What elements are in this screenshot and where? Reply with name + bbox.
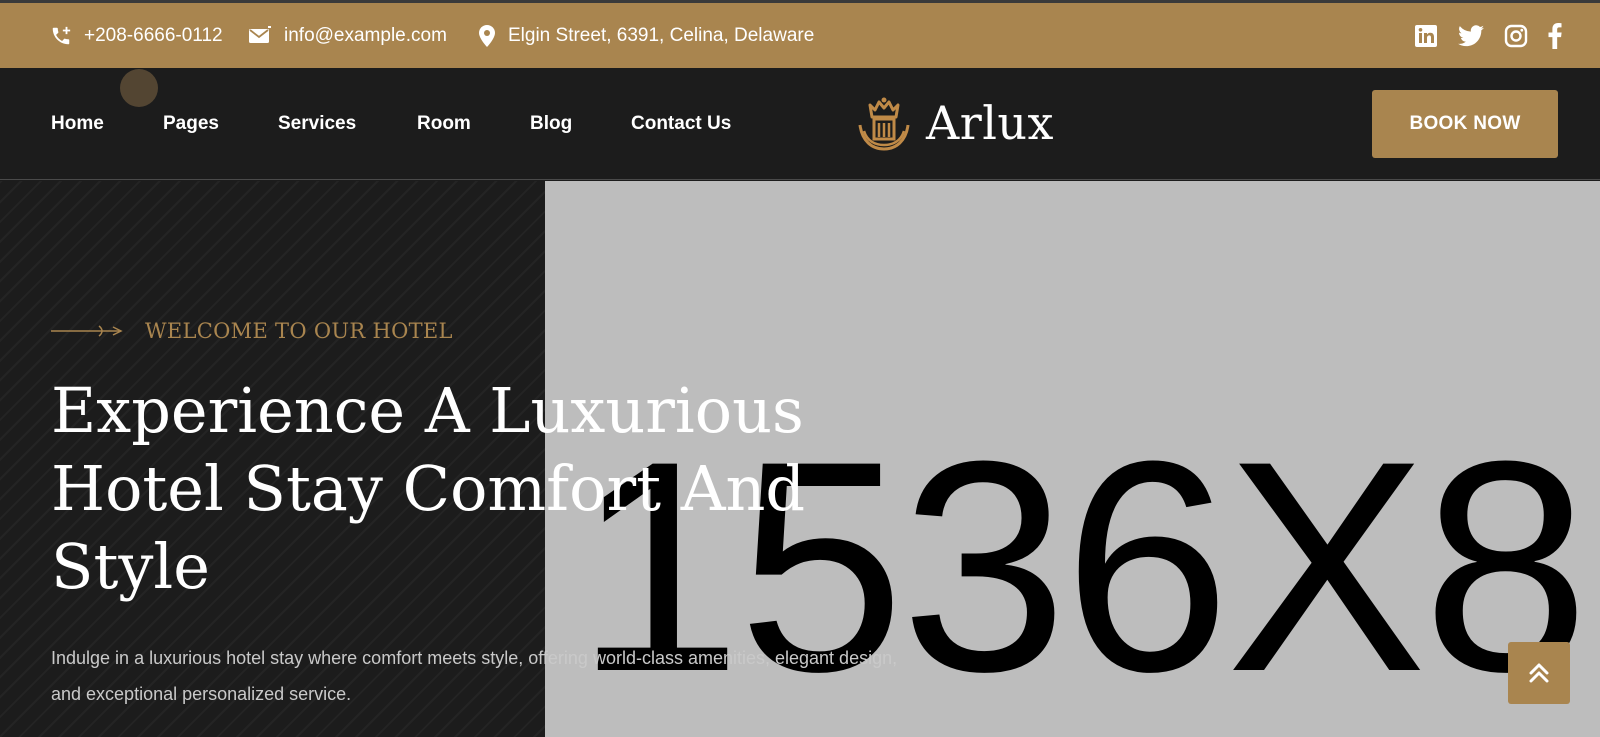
site-logo[interactable]: Arlux (852, 88, 1054, 158)
map-pin-icon (479, 24, 495, 47)
phone-text: +208-6666-0112 (84, 24, 223, 46)
top-info-bar: +208-6666-0112 info@example.com Elgin St… (0, 0, 1600, 68)
facebook-icon[interactable] (1548, 22, 1562, 49)
hero-tagline: WELCOME TO OUR HOTEL (51, 315, 453, 347)
hero-headline: Experience A Luxurious Hotel Stay Comfor… (51, 374, 806, 603)
logo-text: Arlux (926, 96, 1054, 150)
instagram-icon[interactable] (1504, 24, 1528, 48)
cursor-highlight (120, 69, 158, 107)
twitter-icon[interactable] (1458, 24, 1484, 47)
book-now-button[interactable]: BOOK NOW (1372, 90, 1558, 158)
nav-item-home[interactable]: Home (51, 68, 104, 180)
nav-item-services[interactable]: Services (278, 68, 356, 180)
main-navbar: Home Pages Services Room Blog Contact Us (0, 68, 1600, 180)
nav-item-blog[interactable]: Blog (530, 68, 572, 180)
email-contact[interactable]: info@example.com (248, 3, 447, 68)
social-links (1414, 3, 1562, 68)
arrow-ornament-icon (51, 325, 123, 337)
envelope-icon (249, 25, 271, 43)
nav-item-room[interactable]: Room (417, 68, 471, 180)
nav-item-contact-us[interactable]: Contact Us (631, 68, 731, 180)
linkedin-icon[interactable] (1414, 24, 1438, 48)
double-chevron-up-icon (1529, 663, 1549, 683)
address-text: Elgin Street, 6391, Celina, Delaware (508, 24, 815, 46)
tagline-text: WELCOME TO OUR HOTEL (145, 319, 453, 343)
address-contact[interactable]: Elgin Street, 6391, Celina, Delaware (478, 3, 814, 68)
phone-contact[interactable]: +208-6666-0112 (50, 3, 223, 68)
scroll-to-top-button[interactable] (1508, 642, 1570, 704)
phone-icon (52, 26, 71, 44)
nav-item-pages[interactable]: Pages (163, 68, 219, 180)
hero-description: Indulge in a luxurious hotel stay where … (51, 648, 898, 704)
crown-building-icon (858, 97, 910, 151)
email-text: info@example.com (284, 24, 447, 46)
